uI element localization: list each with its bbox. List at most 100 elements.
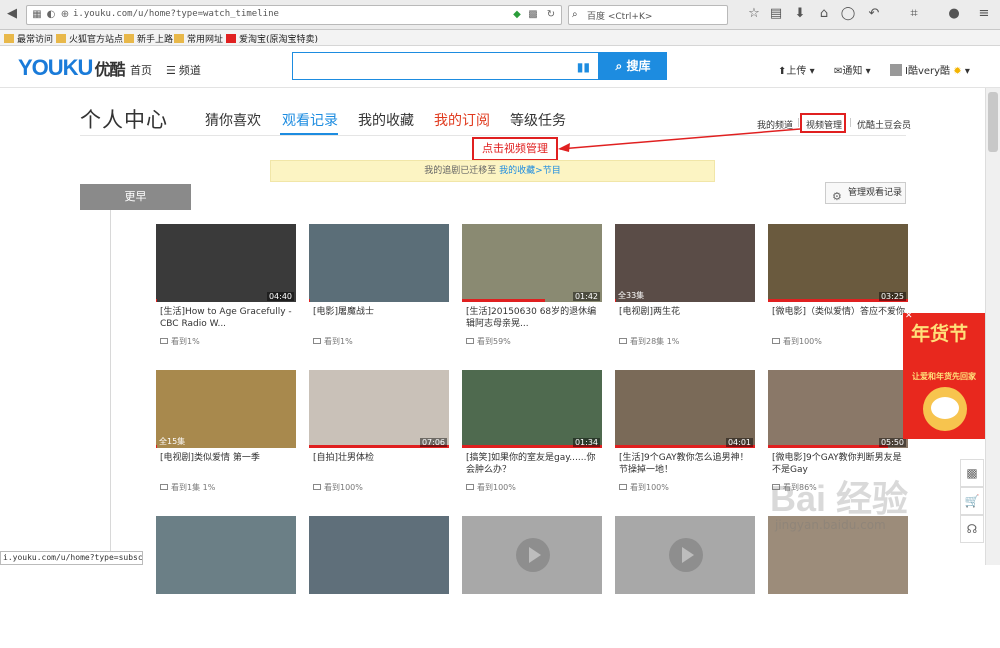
video-thumbnail[interactable]: 01:42 bbox=[462, 224, 602, 302]
search-button[interactable]: ⌕ 搜库 bbox=[599, 52, 667, 80]
progress-bar bbox=[768, 445, 889, 448]
upload-link[interactable]: ⬆上传 ▾ bbox=[778, 62, 815, 77]
video-card[interactable]: 01:34 [搞笑]如果你的室友是gay......你会肿么办？ 看到100% bbox=[462, 370, 602, 502]
video-card[interactable] bbox=[768, 516, 908, 648]
video-card[interactable]: 04:01 [生活]9个GAY教你怎么追男神！节操掉一地！ 看到100% bbox=[615, 370, 755, 502]
bookmark-item[interactable]: 最常访问 bbox=[4, 32, 53, 45]
video-title[interactable]: [搞笑]如果你的室友是gay......你会肿么办？ bbox=[466, 452, 600, 478]
video-thumbnail[interactable] bbox=[309, 224, 449, 302]
duration-label: 03:25 bbox=[878, 292, 906, 301]
play-icon[interactable] bbox=[669, 538, 703, 572]
scrollbar[interactable] bbox=[985, 88, 1000, 565]
chart-icon[interactable]: ▮▮ bbox=[577, 60, 590, 74]
video-card[interactable] bbox=[615, 516, 755, 648]
nav-channel[interactable]: ☰ 频道 bbox=[166, 62, 201, 78]
youku-logo[interactable]: YOUKU 优酷 bbox=[18, 55, 125, 81]
cart-button[interactable]: 🛒 bbox=[960, 487, 984, 515]
bookmark-item[interactable]: 爱淘宝(原淘宝特卖) bbox=[226, 32, 318, 45]
video-card[interactable] bbox=[156, 516, 296, 648]
video-card[interactable]: 03:25 [微电影]（类似爱情）答应不爱你看到100% bbox=[768, 224, 908, 356]
search-input[interactable]: ▮▮ bbox=[292, 52, 599, 80]
annotation-callout: 点击视频管理 bbox=[472, 137, 558, 161]
reader-icon[interactable]: ▤ bbox=[768, 6, 784, 22]
video-thumbnail[interactable] bbox=[156, 516, 296, 594]
manage-history-button[interactable]: ⚙ 管理观看记录 bbox=[825, 182, 906, 204]
promo-banner[interactable]: ✕ 年货节 让爱和年货先回家 bbox=[903, 313, 985, 439]
video-card[interactable] bbox=[309, 516, 449, 648]
video-thumbnail[interactable] bbox=[615, 516, 755, 594]
home-icon[interactable]: ⌂ bbox=[816, 6, 832, 22]
tab-recommend[interactable]: 猜你喜欢 bbox=[205, 110, 261, 130]
support-button[interactable]: ☊ bbox=[960, 515, 984, 543]
list-icon: ☰ bbox=[166, 64, 176, 77]
video-title[interactable]: [电视剧]两生花 bbox=[619, 306, 753, 332]
star-icon[interactable]: ☆ bbox=[746, 6, 762, 22]
chat-icon[interactable]: ◯ bbox=[840, 6, 856, 22]
qrcode-icon[interactable]: ▩ bbox=[527, 9, 539, 21]
nav-home[interactable]: 首页 bbox=[130, 62, 152, 78]
video-card[interactable]: 01:42 [生活]20150630 68岁的退休编辑阿志母亲晃... 看到59% bbox=[462, 224, 602, 356]
video-card[interactable]: 04:40 [生活]How to Age Gracefully - CBC Rad… bbox=[156, 224, 296, 356]
video-thumbnail[interactable] bbox=[462, 516, 602, 594]
user-menu[interactable]: I酷very酷 ✹ ▾ bbox=[890, 62, 970, 77]
progress-bar bbox=[156, 299, 158, 302]
video-card[interactable]: [电影]屠魔战士看到1% bbox=[309, 224, 449, 356]
address-bar[interactable]: ▦ ◐ ⊕ i.youku.com/u/home?type=watch_time… bbox=[26, 5, 562, 25]
folder-icon bbox=[174, 34, 184, 43]
video-title[interactable]: [生活]9个GAY教你怎么追男神！节操掉一地！ bbox=[619, 452, 753, 478]
video-thumbnail[interactable]: 01:34 bbox=[462, 370, 602, 448]
page-icon: ▦ bbox=[32, 9, 42, 20]
secure-icon[interactable]: ◆ bbox=[511, 9, 523, 21]
video-title[interactable]: [自拍]壮男体检 bbox=[313, 452, 447, 478]
status-bar: i.youku.com/u/home?type=subscribe bbox=[0, 551, 143, 565]
video-thumbnail[interactable] bbox=[309, 516, 449, 594]
video-card[interactable]: 全15集 [电视剧]类似爱情 第一季 看到1集 1% bbox=[156, 370, 296, 502]
watch-progress-text: 看到100% bbox=[630, 483, 669, 492]
tab-subscriptions[interactable]: 我的订阅 bbox=[434, 110, 490, 130]
bookmark-label: 新手上路 bbox=[137, 35, 174, 45]
video-thumbnail[interactable]: 全15集 bbox=[156, 370, 296, 448]
bookmark-item[interactable]: 火狐官方站点 bbox=[56, 32, 123, 45]
menu-icon[interactable]: ≡ bbox=[976, 6, 992, 22]
watch-progress: 看到1% bbox=[313, 336, 353, 347]
crop-icon[interactable]: ⌗ bbox=[906, 6, 922, 22]
video-title[interactable]: [微电影]（类似爱情）答应不爱你 bbox=[772, 306, 906, 332]
timeline-line bbox=[110, 210, 111, 565]
video-card[interactable]: 07:06 [自拍]壮男体检看到100% bbox=[309, 370, 449, 502]
video-title[interactable]: [电影]屠魔战士 bbox=[313, 306, 447, 332]
video-title[interactable]: [生活]20150630 68岁的退休编辑阿志母亲晃... bbox=[466, 306, 600, 332]
monitor-icon bbox=[313, 338, 321, 344]
watch-progress: 看到100% bbox=[772, 336, 822, 347]
tab-history[interactable]: 观看记录 bbox=[282, 110, 338, 130]
notify-link[interactable]: ✉通知 ▾ bbox=[834, 62, 871, 77]
reload-icon[interactable]: ↻ bbox=[545, 9, 557, 21]
video-thumbnail[interactable]: 05:50 bbox=[768, 370, 908, 448]
video-title[interactable]: [电视剧]类似爱情 第一季 bbox=[160, 452, 294, 478]
scrollbar-thumb[interactable] bbox=[988, 92, 998, 152]
search-engine-label: 百度 <Ctrl+K> bbox=[587, 12, 653, 22]
video-thumbnail[interactable]: 07:06 bbox=[309, 370, 449, 448]
video-thumbnail[interactable]: 04:01 bbox=[615, 370, 755, 448]
video-title[interactable]: [生活]How to Age Gracefully - CBC Radio W.… bbox=[160, 306, 294, 332]
video-card[interactable] bbox=[462, 516, 602, 648]
video-thumbnail[interactable]: 04:40 bbox=[156, 224, 296, 302]
video-card[interactable]: 全33集 [电视剧]两生花 看到28集 1% bbox=[615, 224, 755, 356]
play-icon[interactable] bbox=[516, 538, 550, 572]
comment-icon[interactable]: ● bbox=[946, 6, 962, 22]
video-thumbnail[interactable]: 03:25 bbox=[768, 224, 908, 302]
video-thumbnail[interactable]: 全33集 bbox=[615, 224, 755, 302]
bookmark-item[interactable]: 新手上路 bbox=[124, 32, 173, 45]
undo-icon[interactable]: ↶ bbox=[866, 6, 882, 22]
tab-favorites[interactable]: 我的收藏 bbox=[358, 110, 414, 130]
bookmark-item[interactable]: 常用网址 bbox=[174, 32, 223, 45]
user-name: I酷very酷 bbox=[905, 66, 951, 77]
bookmarks-bar: 最常访问 火狐官方站点 新手上路 常用网址 爱淘宝(原淘宝特卖) bbox=[0, 30, 1000, 46]
back-icon[interactable]: ◀ bbox=[4, 6, 20, 22]
search-engine-box[interactable]: ⌕ 百度 <Ctrl+K> bbox=[568, 5, 728, 25]
notice-link[interactable]: 我的收藏>节目 bbox=[499, 166, 561, 176]
download-icon[interactable]: ⬇ bbox=[792, 6, 808, 22]
watch-progress-text: 看到100% bbox=[324, 483, 363, 492]
gear-icon: ⚙ bbox=[832, 190, 842, 203]
vip-link[interactable]: 优酷土豆会员 bbox=[857, 118, 911, 131]
qrcode-button[interactable]: ▩ bbox=[960, 459, 984, 487]
